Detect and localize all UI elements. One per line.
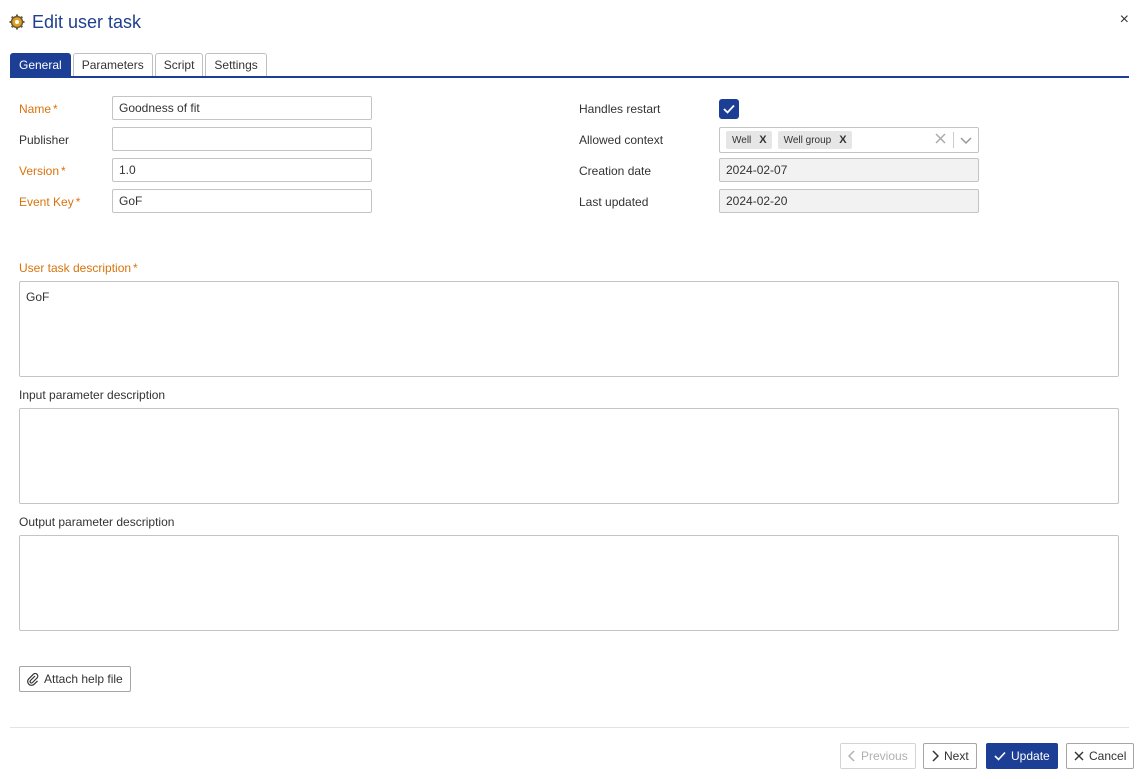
tab-script[interactable]: Script xyxy=(154,53,204,76)
input-parameter-description-label: Input parameter description xyxy=(19,388,166,402)
tab-settings[interactable]: Settings xyxy=(205,53,267,76)
handles-restart-checkbox[interactable] xyxy=(719,99,739,119)
close-icon[interactable]: × xyxy=(1120,12,1129,28)
tab-parameters[interactable]: Parameters xyxy=(72,53,153,76)
version-label: Version * xyxy=(19,164,66,178)
user-task-description-label: User task description * xyxy=(19,261,138,275)
chevron-right-icon xyxy=(932,750,939,762)
event-key-input[interactable]: GoF xyxy=(112,189,372,213)
user-task-description-textarea[interactable]: GoF xyxy=(19,281,1119,377)
tab-general[interactable]: General xyxy=(10,53,71,76)
check-icon xyxy=(994,751,1006,761)
paperclip-icon xyxy=(27,672,39,686)
last-updated-field: 2024-02-20 xyxy=(719,189,979,213)
output-parameter-description-textarea[interactable] xyxy=(19,535,1119,631)
update-button[interactable]: Update xyxy=(986,743,1058,769)
next-button[interactable]: Next xyxy=(923,743,977,769)
chevron-left-icon xyxy=(848,750,855,762)
dialog-header: Edit user task xyxy=(9,11,141,33)
version-input[interactable]: 1.0 xyxy=(112,158,372,182)
previous-button[interactable]: Previous xyxy=(840,743,916,769)
attach-help-file-button[interactable]: Attach help file xyxy=(19,666,131,692)
last-updated-label: Last updated xyxy=(579,195,649,209)
name-input[interactable]: Goodness of fit xyxy=(112,96,372,120)
output-parameter-description-label: Output parameter description xyxy=(19,515,175,529)
allowed-context-label: Allowed context xyxy=(579,133,664,147)
dialog-title: Edit user task xyxy=(32,11,142,32)
event-key-label: Event Key * xyxy=(19,195,81,209)
publisher-label: Publisher xyxy=(19,133,70,147)
cancel-button[interactable]: Cancel xyxy=(1066,743,1135,769)
remove-chip-icon[interactable]: X xyxy=(759,134,766,146)
context-chip-well-group: Well group X xyxy=(777,131,852,149)
footer-divider xyxy=(10,727,1129,728)
context-chip-well: Well X xyxy=(726,131,772,149)
chevron-down-icon[interactable] xyxy=(960,134,972,149)
remove-chip-icon[interactable]: X xyxy=(839,134,846,146)
handles-restart-label: Handles restart xyxy=(579,102,661,116)
allowed-context-select[interactable]: Well X Well group X xyxy=(719,127,979,153)
name-label: Name * xyxy=(19,102,58,116)
input-parameter-description-textarea[interactable] xyxy=(19,408,1119,504)
tab-underline xyxy=(10,76,1129,78)
close-icon xyxy=(1074,751,1084,761)
publisher-input[interactable] xyxy=(112,127,372,151)
creation-date-field: 2024-02-07 xyxy=(719,158,979,182)
check-icon xyxy=(723,104,735,114)
clear-icon[interactable] xyxy=(935,131,946,148)
select-separator xyxy=(953,132,954,148)
creation-date-label: Creation date xyxy=(579,164,652,178)
tab-bar: General Parameters Script Settings xyxy=(10,53,267,76)
gear-icon xyxy=(9,14,25,30)
